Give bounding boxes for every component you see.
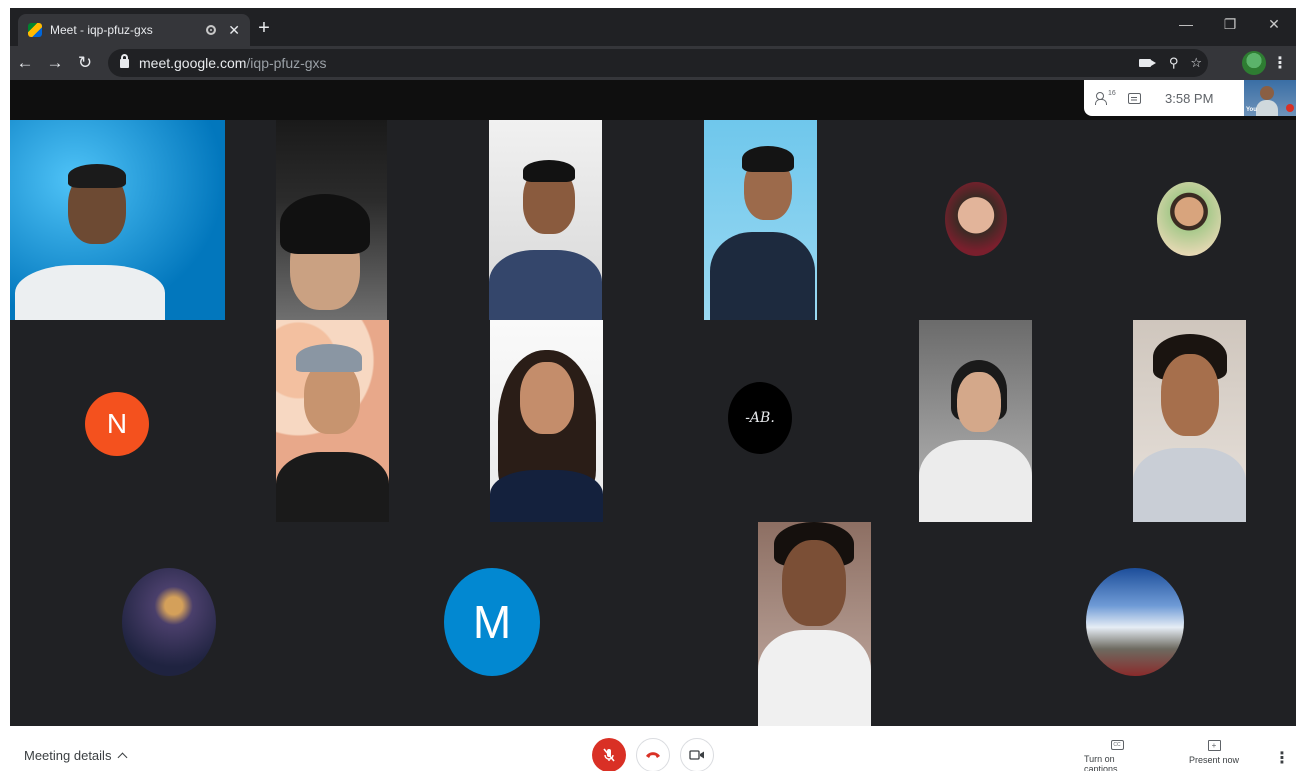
- people-icon[interactable]: 16: [1095, 90, 1116, 105]
- leave-call-button[interactable]: [636, 738, 670, 771]
- mic-off-icon: [603, 748, 615, 762]
- camera-toggle-button[interactable]: [680, 738, 714, 771]
- microphone-toggle-button[interactable]: [592, 738, 626, 771]
- lock-icon: [120, 53, 129, 68]
- tab-meet[interactable]: Meet - iqp-pfuz-gxs ✕: [18, 14, 250, 46]
- bookmark-star-icon[interactable]: ☆: [1190, 55, 1202, 71]
- participant-avatar[interactable]: [1086, 568, 1184, 676]
- back-icon[interactable]: ←: [10, 48, 40, 78]
- tab-strip: Meet - iqp-pfuz-gxs ✕ + — ❐ ✕: [10, 8, 1296, 46]
- minimize-icon[interactable]: —: [1164, 8, 1208, 40]
- self-view-tile[interactable]: You: [1244, 80, 1296, 116]
- participant-tile[interactable]: [919, 320, 1032, 522]
- meet-favicon-icon: [28, 23, 42, 37]
- camera-in-use-icon[interactable]: [1138, 59, 1156, 67]
- closed-captions-icon: CC: [1110, 740, 1124, 750]
- participant-tile[interactable]: [276, 120, 387, 320]
- present-now-button[interactable]: + Present now: [1186, 740, 1242, 765]
- window-controls: — ❐ ✕: [1164, 8, 1296, 40]
- self-label: You: [1246, 107, 1257, 113]
- url-path: /iqp-pfuz-gxs: [246, 55, 327, 71]
- browser-toolbar: ← → ↻ meet.google.com /iqp-pfuz-gxs ⚲ ☆ …: [10, 46, 1296, 80]
- reload-icon[interactable]: ↻: [70, 48, 100, 78]
- chat-icon[interactable]: [1128, 92, 1141, 104]
- turn-on-captions-button[interactable]: CC Turn on captions: [1084, 740, 1150, 771]
- meeting-details-button[interactable]: Meeting details: [24, 748, 128, 763]
- recording-indicator-icon: [206, 25, 217, 35]
- browser-menu-icon[interactable]: ⋮: [1272, 53, 1288, 73]
- chevron-up-icon: [118, 752, 128, 763]
- self-person: [1260, 86, 1274, 100]
- address-bar[interactable]: meet.google.com /iqp-pfuz-gxs ⚲ ☆: [108, 49, 1208, 77]
- participant-tile[interactable]: [704, 120, 817, 320]
- meeting-top-info: 16 3:58 PM: [1084, 80, 1244, 116]
- maximize-icon[interactable]: ❐: [1208, 8, 1252, 40]
- participant-avatar[interactable]: [1157, 182, 1221, 256]
- participant-initial: M: [472, 596, 512, 648]
- profile-avatar-icon[interactable]: [1242, 51, 1266, 75]
- participant-letter-avatar[interactable]: N: [85, 392, 149, 456]
- participant-letter-avatar[interactable]: M: [444, 568, 540, 676]
- participant-tile[interactable]: [1133, 320, 1246, 522]
- tab-close-icon[interactable]: ✕: [228, 22, 240, 39]
- participant-avatar[interactable]: [945, 182, 1007, 256]
- window-close-icon[interactable]: ✕: [1252, 8, 1296, 40]
- participant-tile[interactable]: [490, 320, 603, 522]
- self-muted-mic-icon: [1286, 104, 1294, 112]
- tab-title: Meet - iqp-pfuz-gxs: [50, 23, 153, 37]
- meet-stage: 16 3:58 PM You N -AB. M: [10, 80, 1296, 726]
- video-camera-icon: [689, 750, 704, 760]
- participant-tile[interactable]: [10, 120, 225, 320]
- meeting-details-label: Meeting details: [24, 748, 112, 763]
- participant-avatar[interactable]: [122, 568, 216, 676]
- participant-tile[interactable]: [276, 320, 389, 522]
- participant-tile[interactable]: [758, 522, 871, 726]
- self-body: [1256, 100, 1278, 116]
- meet-control-bar: Meeting details CC Turn on captions + Pr…: [0, 726, 1296, 771]
- forward-icon[interactable]: →: [40, 48, 70, 78]
- present-label: Present now: [1188, 755, 1240, 765]
- participant-initial: N: [106, 408, 128, 439]
- present-screen-icon: +: [1207, 740, 1221, 751]
- url-host: meet.google.com: [139, 55, 247, 71]
- participant-signature: -AB.: [745, 410, 775, 426]
- captions-label: Turn on captions: [1084, 754, 1118, 771]
- browser-window: Meet - iqp-pfuz-gxs ✕ + — ❐ ✕ ← → ↻ meet…: [10, 8, 1296, 726]
- participant-tile[interactable]: [489, 120, 602, 320]
- more-options-icon[interactable]: ⋮: [1274, 748, 1290, 768]
- omnibox-actions: ⚲ ☆: [1138, 49, 1202, 77]
- people-count: 16: [1108, 90, 1116, 97]
- meeting-time: 3:58 PM: [1165, 90, 1214, 106]
- hangup-phone-icon: [646, 752, 660, 758]
- new-tab-icon[interactable]: +: [252, 16, 276, 40]
- zoom-icon[interactable]: ⚲: [1169, 55, 1179, 71]
- participant-signature-avatar[interactable]: -AB.: [728, 382, 792, 454]
